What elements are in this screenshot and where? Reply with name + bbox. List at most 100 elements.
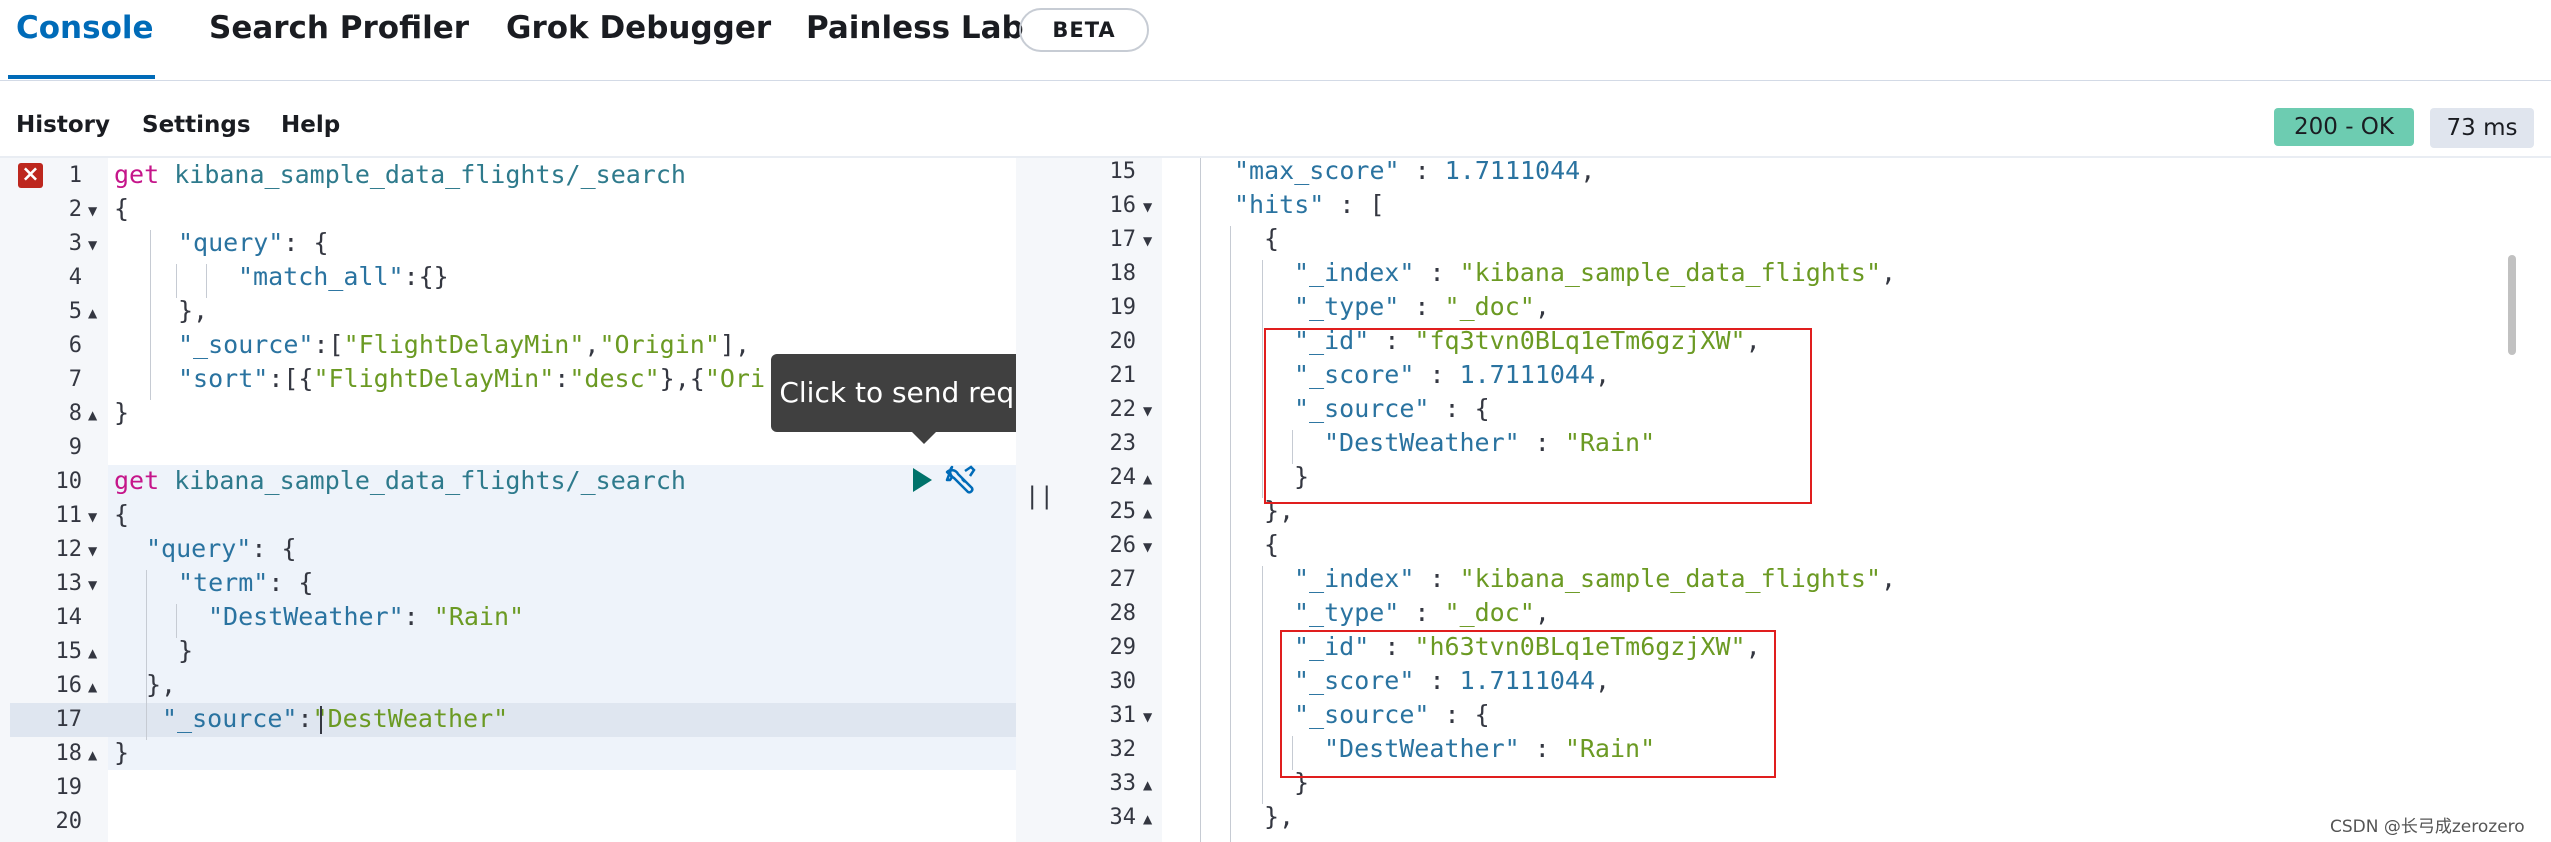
line-number: 30	[1109, 669, 1137, 694]
indent-guide	[1262, 260, 1263, 498]
fold-toggle-icon[interactable]: ▼	[1143, 710, 1152, 724]
fold-toggle-icon[interactable]: ▲	[88, 306, 97, 320]
indent-guide	[1262, 566, 1263, 804]
indent-guide	[1200, 158, 1201, 842]
watermark: CSDN @长弓成zerozero	[2330, 817, 2525, 837]
response-scrollbar[interactable]	[2508, 255, 2516, 355]
line-number: 31	[1109, 703, 1137, 728]
line-number: 7	[68, 367, 82, 392]
fold-toggle-icon[interactable]: ▼	[1143, 540, 1152, 554]
code-line: }	[178, 636, 194, 665]
code-line: },	[1264, 802, 1295, 831]
code-line: "_type" : "_doc",	[1294, 598, 1550, 627]
code-line: "max_score" : 1.7111044,	[1234, 156, 1596, 185]
code-line: get kibana_sample_data_flights/_search	[114, 160, 686, 189]
line-number: 16	[55, 673, 83, 698]
indent-guide	[146, 570, 147, 740]
fold-toggle-icon[interactable]: ▲	[88, 748, 97, 762]
code-line: get kibana_sample_data_flights/_search	[114, 466, 686, 495]
line-number: 20	[1109, 329, 1137, 354]
code-line: {	[1264, 224, 1280, 253]
line-number: 13	[55, 571, 83, 596]
indent-guide	[150, 230, 151, 400]
line-number: 3	[68, 231, 82, 256]
tab-painless-lab[interactable]: Painless Lab	[806, 10, 1024, 46]
line-number: 4	[68, 265, 82, 290]
line-number: 2	[68, 197, 82, 222]
text-cursor	[320, 706, 322, 734]
code-line: "DestWeather": "Rain"	[208, 602, 525, 631]
line-number: 5	[68, 299, 82, 324]
line-number: 18	[1109, 261, 1137, 286]
tab-console[interactable]: Console	[16, 10, 154, 46]
indent-guide	[206, 264, 207, 298]
line-number: 14	[55, 605, 83, 630]
line-number: 17	[55, 707, 83, 732]
fold-toggle-icon[interactable]: ▲	[1143, 778, 1152, 792]
line-number: 34	[1109, 805, 1137, 830]
code-line: }	[114, 738, 130, 767]
code-line: "_type" : "_doc",	[1294, 292, 1550, 321]
line-number: 12	[55, 537, 83, 562]
indent-guide	[176, 264, 177, 298]
wrench-icon[interactable]	[944, 463, 980, 497]
history-link[interactable]: History	[16, 112, 110, 138]
error-icon[interactable]: ×	[18, 163, 43, 188]
line-number: 9	[68, 435, 82, 460]
line-number: 20	[55, 809, 83, 834]
line-number: 17	[1109, 227, 1137, 252]
line-number: 10	[55, 469, 83, 494]
fold-toggle-icon[interactable]: ▼	[88, 204, 97, 218]
code-line: "_index" : "kibana_sample_data_flights",	[1294, 564, 1897, 593]
code-line: },	[146, 670, 177, 699]
code-line: {	[1264, 530, 1280, 559]
settings-link[interactable]: Settings	[142, 112, 251, 138]
line-number: 11	[55, 503, 83, 528]
fold-toggle-icon[interactable]: ▲	[88, 680, 97, 694]
line-number: 8	[68, 401, 82, 426]
play-icon[interactable]	[911, 467, 933, 493]
fold-toggle-icon[interactable]: ▼	[1143, 404, 1152, 418]
line-number: 6	[68, 333, 82, 358]
fold-toggle-icon[interactable]: ▲	[88, 646, 97, 660]
fold-toggle-icon[interactable]: ▼	[88, 510, 97, 524]
line-number: 19	[1109, 295, 1137, 320]
code-line: "query": {	[146, 534, 297, 563]
tab-grok-debugger[interactable]: Grok Debugger	[506, 10, 771, 46]
code-line: }	[114, 398, 130, 427]
line-number: 15	[55, 639, 83, 664]
tab-search-profiler[interactable]: Search Profiler	[209, 10, 469, 46]
resizer-handle-icon[interactable]: ||	[1025, 482, 1054, 510]
fold-toggle-icon[interactable]: ▼	[1143, 234, 1152, 248]
line-number: 33	[1109, 771, 1137, 796]
code-line: {	[114, 194, 130, 223]
line-number: 21	[1109, 363, 1137, 388]
line-number: 16	[1109, 193, 1137, 218]
fold-toggle-icon[interactable]: ▼	[88, 544, 97, 558]
code-line: "_source":"DestWeather"	[162, 704, 509, 733]
request-gutter	[0, 158, 108, 842]
code-line: "_index" : "kibana_sample_data_flights",	[1294, 258, 1897, 287]
line-number: 27	[1109, 567, 1137, 592]
fold-toggle-icon[interactable]: ▲	[1143, 472, 1152, 486]
fold-toggle-icon[interactable]: ▲	[1143, 812, 1152, 826]
code-line: "_source":["FlightDelayMin","Origin"],	[178, 330, 750, 359]
line-number: 24	[1109, 465, 1137, 490]
line-number: 18	[55, 741, 83, 766]
fold-toggle-icon[interactable]: ▼	[88, 238, 97, 252]
fold-toggle-icon[interactable]: ▼	[1143, 200, 1152, 214]
annotation-box-second-hit	[1280, 630, 1776, 778]
code-line: "match_all":{}	[238, 262, 449, 291]
fold-toggle-icon[interactable]: ▲	[88, 408, 97, 422]
line-number: 28	[1109, 601, 1137, 626]
indent-guide	[1230, 226, 1231, 842]
line-number: 29	[1109, 635, 1137, 660]
code-line: "term": {	[178, 568, 314, 597]
beta-badge: BETA	[1019, 8, 1149, 52]
code-line: "query": {	[178, 228, 329, 257]
request-time-badge: 73 ms	[2430, 108, 2534, 148]
fold-toggle-icon[interactable]: ▼	[88, 578, 97, 592]
fold-toggle-icon[interactable]: ▲	[1143, 506, 1152, 520]
help-link[interactable]: Help	[281, 112, 340, 138]
line-number: 26	[1109, 533, 1137, 558]
